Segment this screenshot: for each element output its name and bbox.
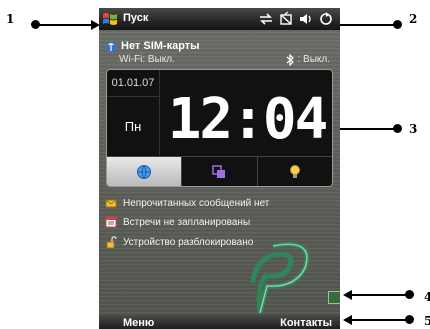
calendar-icon [105, 216, 117, 228]
sim-status[interactable]: Нет SIM-карты [121, 40, 200, 52]
date-display: 01.01.07 [107, 70, 160, 97]
callout-dot-5 [405, 315, 414, 324]
windows-icon [212, 165, 226, 178]
callout-number-2: 2 [409, 12, 418, 26]
globe-icon [137, 165, 152, 179]
callout-number-3: 3 [409, 122, 418, 136]
today-screen: Пуск Нет SIM-карты Wi-Fi: Выкл. : Выкл. … [99, 8, 340, 329]
windows-logo-icon[interactable] [102, 11, 118, 27]
softkey-menu[interactable]: Меню [123, 317, 154, 329]
callout-dot-2 [393, 20, 402, 29]
tab-internet[interactable] [107, 157, 183, 186]
callout-dot-3 [393, 124, 402, 133]
start-label[interactable]: Пуск [123, 12, 148, 24]
unlock-icon [106, 236, 117, 248]
today-item-label: Непрочитанных сообщений нет [123, 197, 270, 209]
connection-icon[interactable] [318, 11, 334, 27]
swoosh-logo [250, 241, 310, 314]
title-bar: Пуск [99, 8, 340, 30]
callout-dot-4 [405, 290, 414, 299]
callout-line-1 [36, 24, 92, 26]
callout-number-4: 4 [424, 290, 430, 304]
widget-tabs [107, 156, 332, 186]
today-item-label: Встречи не запланированы [123, 216, 251, 228]
wifi-status[interactable]: Wi-Fi: Выкл. [119, 54, 175, 65]
callout-line-3 [338, 128, 398, 130]
sim-status-text: Нет SIM-карты [121, 40, 200, 52]
lightbulb-icon [289, 165, 300, 178]
clock-widget[interactable]: 01.01.07 Пн 12:04 [106, 69, 333, 187]
message-icon [105, 199, 117, 208]
today-item-calendar[interactable]: Встречи не запланированы [105, 216, 250, 228]
clock-time: 12:04 [168, 87, 327, 152]
callout-line-5 [351, 319, 411, 321]
bluetooth-status[interactable]: : Выкл. [297, 54, 330, 65]
today-item-messages[interactable]: Непрочитанных сообщений нет [105, 197, 269, 209]
tab-windows[interactable] [182, 157, 258, 186]
tab-tips[interactable] [258, 157, 332, 186]
antenna-icon [105, 41, 117, 53]
softkey-contacts[interactable]: Контакты [280, 317, 332, 329]
clock-display: 12:04 [168, 87, 327, 152]
callout-line-4 [351, 294, 411, 296]
notification-icon[interactable] [328, 291, 340, 304]
day-display: Пн [107, 97, 160, 155]
volume-icon[interactable] [298, 11, 314, 27]
bluetooth-icon [286, 54, 294, 66]
system-tray [258, 11, 334, 27]
callout-line-2 [338, 24, 398, 26]
callout-number-5: 5 [424, 314, 430, 328]
no-signal-icon[interactable] [278, 11, 294, 27]
sync-icon[interactable] [258, 11, 274, 27]
callout-number-1: 1 [6, 12, 15, 26]
